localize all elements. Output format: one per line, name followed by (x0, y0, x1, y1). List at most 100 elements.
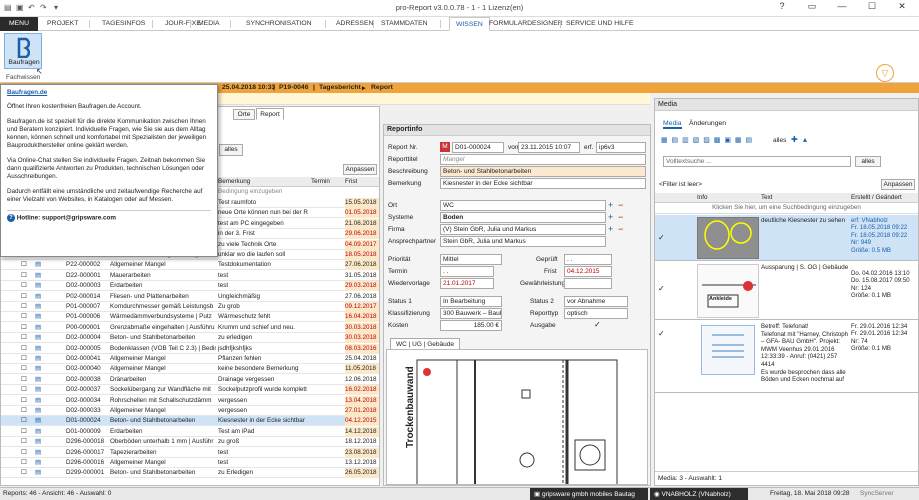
tooltip-title[interactable]: Baufragen.de (7, 89, 211, 97)
wiedervorlage-field[interactable]: 21.01.2017 (440, 278, 494, 289)
col-text[interactable]: Text (761, 193, 773, 203)
media-item-checkbox[interactable]: ✓ (658, 233, 665, 242)
table-row[interactable]: ☐ ▤ P01-000007 Korndurchmesser gemäß Leistu… (1, 302, 379, 312)
baufragen-button[interactable]: Baufragen (4, 33, 42, 69)
tab-report[interactable]: Report (256, 108, 284, 120)
media-toolbar-icons[interactable]: ▦ ▤ ▥ ▧ ▨ ▩ ▣ ▦ ▤ (661, 136, 769, 146)
row-checkbox[interactable]: ☐ (21, 406, 27, 416)
bemerkung-field[interactable]: Kiesnester in der Ecke sichtbar (440, 178, 646, 189)
tab-projekt[interactable]: PROJEKT (41, 17, 84, 31)
floor-plan[interactable]: Trockenbauwand (386, 349, 648, 485)
row-checkbox[interactable]: ☐ (21, 448, 27, 458)
add-ort-icon[interactable]: + (608, 200, 613, 211)
tab-orte[interactable]: Orte (233, 109, 255, 120)
remove-ort-icon[interactable]: − (618, 200, 623, 211)
creator-field[interactable]: ip6v3 (596, 142, 646, 153)
table-row[interactable]: ☐ ▤ D02-000038 Dränarbeiten Drainage vergess… (1, 375, 379, 385)
maximize-icon[interactable]: ☐ (860, 1, 884, 12)
nav-up-icon[interactable]: ▴ (803, 135, 807, 144)
row-checkbox[interactable]: ☐ (21, 427, 27, 437)
add-firma-icon[interactable]: + (608, 224, 613, 235)
gewaehrleistung-field[interactable] (564, 278, 612, 289)
remove-firma-icon[interactable]: − (618, 224, 623, 235)
media-anpassen-button[interactable]: Anpassen (881, 179, 915, 190)
row-checkbox[interactable]: ☐ (21, 333, 27, 343)
row-checkbox[interactable]: ☐ (21, 260, 27, 270)
media-item-checkbox[interactable]: ✓ (658, 329, 665, 338)
media-search-hint[interactable]: Klicken Sie hier, um eine Suchbedingung … (655, 204, 918, 214)
firma-field[interactable]: (V) Stein GbR, Julia und Markus (440, 224, 606, 235)
reporttyp-select[interactable]: optisch (564, 308, 628, 319)
table-row[interactable]: ☐ ▤ D02-000004 Beton- und Stahlbetonarbeite… (1, 333, 379, 344)
table-row[interactable]: ☐ ▤ P02-000014 Fliesen- und Plattenarbeiten… (1, 292, 379, 302)
row-checkbox[interactable]: ☐ (21, 416, 27, 426)
row-checkbox[interactable]: ☐ (21, 323, 27, 333)
table-row[interactable]: ☐ ▤ D299-000001 Beton- und Stahlbetonarbeit… (1, 468, 379, 479)
status-sync[interactable]: SyncServer (860, 490, 894, 497)
tab-media-list[interactable]: Media (663, 120, 682, 129)
tooltip-hotline[interactable]: Hotline: support@gripsware.com (17, 215, 116, 222)
status1-select[interactable]: In Bearbeitung (440, 296, 502, 307)
col-erstellt[interactable]: Erstellt / Geändert (851, 193, 902, 203)
table-row[interactable]: ☐ ▤ D296-000016 Allgemeiner Mangel test 13.12… (1, 458, 379, 468)
ort-field[interactable]: WC (440, 200, 606, 211)
row-checkbox[interactable]: ☐ (21, 437, 27, 447)
row-checkbox[interactable]: ☐ (21, 281, 27, 291)
table-row[interactable]: ☐ ▤ D02-000003 Erdarbeiten test 29.03.2018 (1, 281, 379, 292)
table-row[interactable]: ☐ ▤ D22-000001 Mauerarbeiten test 31.05.2018 (1, 271, 379, 281)
table-row[interactable]: ☐ ▤ D01-000024 Beton- und Stahlbetonarbeite… (1, 416, 379, 427)
breadcrumb-section[interactable]: Tagesbericht (319, 84, 361, 91)
row-checkbox[interactable]: ☐ (21, 458, 27, 468)
alles-button[interactable]: alles (219, 144, 243, 156)
table-row[interactable]: ☐ ▤ P22-000002 Allgemeiner Mangel Testdokume… (1, 260, 379, 271)
breadcrumb-project[interactable]: P19-0046 (279, 84, 308, 91)
grid-search-hint[interactable]: Bedingung einzugeben (218, 188, 282, 195)
col-info[interactable]: Info (697, 193, 708, 203)
tab-tagesinfos[interactable]: TAGESINFOS (96, 17, 151, 31)
prioritaet-select[interactable]: Mittel (440, 254, 502, 265)
table-row[interactable]: ☐ ▤ D296-000017 Tapezierarbeiten test 23.08.2… (1, 447, 379, 458)
media-item[interactable]: ✓ Betreff: Telefonat! Telefonat mit "Har… (655, 321, 918, 393)
table-row[interactable]: ☐ ▤ D02-000037 Sockelübergang zur Wandfläch… (1, 385, 379, 396)
row-checkbox[interactable]: ☐ (21, 364, 27, 374)
col-bemerkung[interactable]: Bemerkung (218, 177, 250, 187)
table-row[interactable]: ☐ ▤ P00-000001 Grenzabmaße eingehalten | Au… (1, 322, 379, 333)
row-checkbox[interactable]: ☐ (21, 385, 27, 395)
table-row[interactable]: ☐ ▤ D02-000005 Bodenklassen (VOB Teil C 2.3… (1, 343, 379, 354)
remove-system-icon[interactable]: − (618, 212, 623, 223)
table-row[interactable]: ☐ ▤ D02-000033 Allgemeiner Mangel vergessen 2… (1, 406, 379, 416)
media-alles-button[interactable]: alles (855, 156, 881, 167)
plus-icon[interactable]: ✚ (791, 135, 798, 144)
klassifizierung-select[interactable]: 300 Bauwerk – Baukor (440, 308, 502, 319)
report-nr-field[interactable]: D01-000024 (452, 142, 504, 153)
filter-funnel-icon[interactable]: ▽ (876, 64, 894, 82)
kosten-field[interactable]: 185.00 € (440, 320, 502, 331)
media-item[interactable]: ✓ Ankleide Aussparung | S. OG | Gebäude … (655, 262, 918, 320)
row-checkbox[interactable]: ☐ (21, 375, 27, 385)
help-icon[interactable]: ? (770, 1, 794, 11)
tab-formulardesigner[interactable]: FORMULARDESIGNER (483, 17, 569, 31)
tab-media[interactable]: MEDIA (192, 17, 226, 31)
add-system-icon[interactable]: + (608, 212, 613, 223)
col-termin[interactable]: Termin (311, 177, 330, 187)
media-item[interactable]: ✓ deutliche Kiesnester zu sehen erf: VNa… (655, 215, 918, 261)
table-row[interactable]: ☐ ▤ P01-000006 Wärmedämmverbundsysteme | Pu… (1, 312, 379, 323)
table-row[interactable]: ☐ ▤ D02-000040 Allgemeiner Mangel keine beso… (1, 364, 379, 375)
row-checkbox[interactable]: ☐ (21, 312, 27, 322)
row-checkbox[interactable]: ☐ (21, 344, 27, 354)
minimize-icon[interactable]: — (830, 1, 854, 11)
filter-empty-label[interactable]: <Filter ist leer> (659, 181, 702, 188)
media-search-input[interactable]: Volltextsuche ... (663, 156, 851, 167)
reporttitel-field[interactable]: Mangel (440, 154, 646, 165)
systeme-field[interactable]: Boden (440, 212, 606, 223)
table-row[interactable]: ☐ ▤ D296-000018 Oberböden unterhalb 1 mm | … (1, 437, 379, 448)
media-item-checkbox[interactable]: ✓ (658, 284, 665, 293)
frist-field[interactable]: 04.12.2015 (564, 266, 612, 277)
ausgabe-checkbox[interactable]: ✓ (594, 320, 601, 329)
close-icon[interactable]: ✕ (890, 1, 914, 12)
geprueft-field[interactable]: . . (564, 254, 612, 265)
anpassen-button[interactable]: Anpassen (343, 164, 377, 175)
menu-button[interactable]: MENU (0, 17, 38, 31)
table-row[interactable]: ☐ ▤ D02-000041 Allgemeiner Mangel Pflanzen f… (1, 354, 379, 364)
termin-field[interactable]: . . (440, 266, 494, 277)
